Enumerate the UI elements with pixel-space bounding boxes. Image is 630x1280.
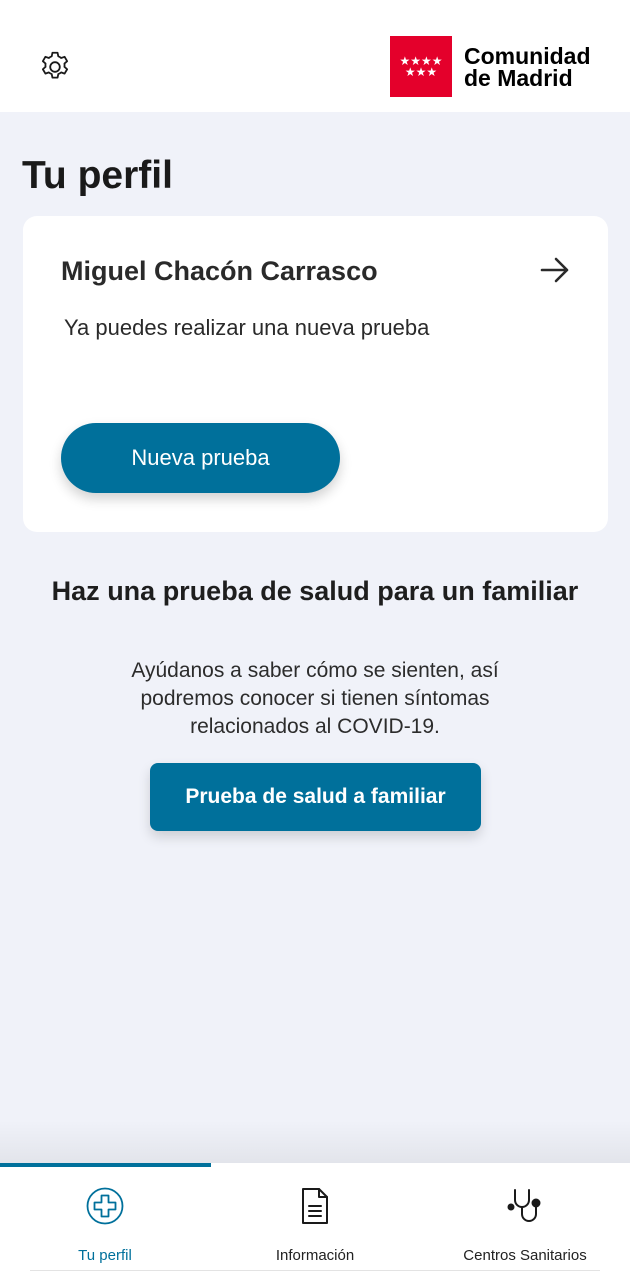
logo-line-2: de Madrid: [464, 64, 573, 91]
medical-cross-icon: [84, 1185, 126, 1227]
profile-card[interactable]: Miguel Chacón Carrasco Ya puedes realiza…: [23, 216, 608, 532]
profile-name: Miguel Chacón Carrasco: [61, 256, 378, 286]
bottom-tab-bar: Tu perfil Información Centros Sanitarios: [0, 1163, 630, 1280]
tab-informacion[interactable]: Información: [210, 1163, 420, 1280]
madrid-flag-logo: ★★★★ ★★★: [390, 36, 452, 97]
profile-open-button[interactable]: [537, 252, 573, 288]
comunidad-madrid-logo: ★★★★ ★★★ Comunidad de Madrid: [390, 36, 591, 97]
gear-icon: [41, 51, 69, 79]
bottom-divider: [30, 1270, 600, 1271]
tab-centros-sanitarios[interactable]: Centros Sanitarios: [420, 1163, 630, 1280]
page-title: Tu perfil: [22, 154, 173, 197]
family-section-description: Ayúdanos a saber cómo se sienten, así po…: [131, 659, 499, 738]
stethoscope-icon: [504, 1185, 546, 1227]
document-icon: [294, 1185, 336, 1227]
app-header: ★★★★ ★★★ Comunidad de Madrid: [0, 0, 630, 112]
family-section-title: Haz una prueba de salud para un familiar: [51, 576, 579, 606]
new-test-button[interactable]: Nueva prueba: [61, 423, 340, 493]
tab-label: Información: [275, 1247, 355, 1264]
active-tab-indicator: [0, 1163, 211, 1167]
settings-button[interactable]: [34, 46, 76, 88]
family-test-button[interactable]: Prueba de salud a familiar: [150, 763, 481, 831]
logo-line-1: Comunidad: [464, 42, 591, 69]
arrow-right-icon: [540, 257, 569, 283]
logo-text: Comunidad de Madrid: [464, 42, 591, 91]
tab-label: Centros Sanitarios: [463, 1247, 587, 1264]
tab-tu-perfil[interactable]: Tu perfil: [0, 1163, 210, 1280]
profile-status-text: Ya puedes realizar una nueva prueba: [64, 315, 430, 340]
tabbar-shadow: [0, 1120, 630, 1164]
tab-label: Tu perfil: [78, 1247, 132, 1264]
